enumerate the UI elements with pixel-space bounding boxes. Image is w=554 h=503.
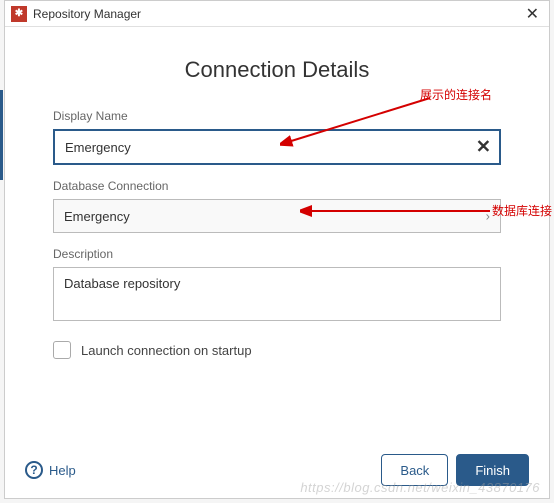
display-name-group: Display Name Emergency ✕ [53, 109, 501, 165]
startup-checkbox[interactable] [53, 341, 71, 359]
help-label: Help [49, 463, 76, 478]
display-name-label: Display Name [53, 109, 501, 123]
help-icon: ? [25, 461, 43, 479]
close-icon[interactable]: ✕ [522, 4, 543, 24]
help-link[interactable]: ? Help [25, 461, 76, 479]
window-title: Repository Manager [33, 7, 522, 21]
database-connection-value: Emergency [64, 209, 130, 224]
database-connection-select[interactable]: Emergency › [53, 199, 501, 233]
database-connection-label: Database Connection [53, 179, 501, 193]
left-edge-accent [0, 90, 3, 180]
titlebar: ✱ Repository Manager ✕ [5, 1, 549, 27]
description-group: Description Database repository [53, 247, 501, 321]
description-label: Description [53, 247, 501, 261]
clear-icon[interactable]: ✕ [476, 137, 491, 158]
startup-checkbox-row: Launch connection on startup [53, 341, 501, 359]
content-area: Connection Details Display Name Emergenc… [5, 27, 549, 379]
app-icon: ✱ [11, 6, 27, 22]
description-value: Database repository [64, 276, 180, 291]
display-name-input[interactable]: Emergency ✕ [53, 129, 501, 165]
watermark: https://blog.csdn.net/weixin_43870176 [300, 480, 540, 495]
database-connection-group: Database Connection Emergency › [53, 179, 501, 233]
chevron-right-icon: › [486, 209, 490, 224]
page-title: Connection Details [53, 57, 501, 83]
display-name-value: Emergency [65, 140, 489, 155]
description-input[interactable]: Database repository [53, 267, 501, 321]
dialog-window: ✱ Repository Manager ✕ Connection Detail… [4, 0, 550, 499]
startup-checkbox-label: Launch connection on startup [81, 343, 252, 358]
